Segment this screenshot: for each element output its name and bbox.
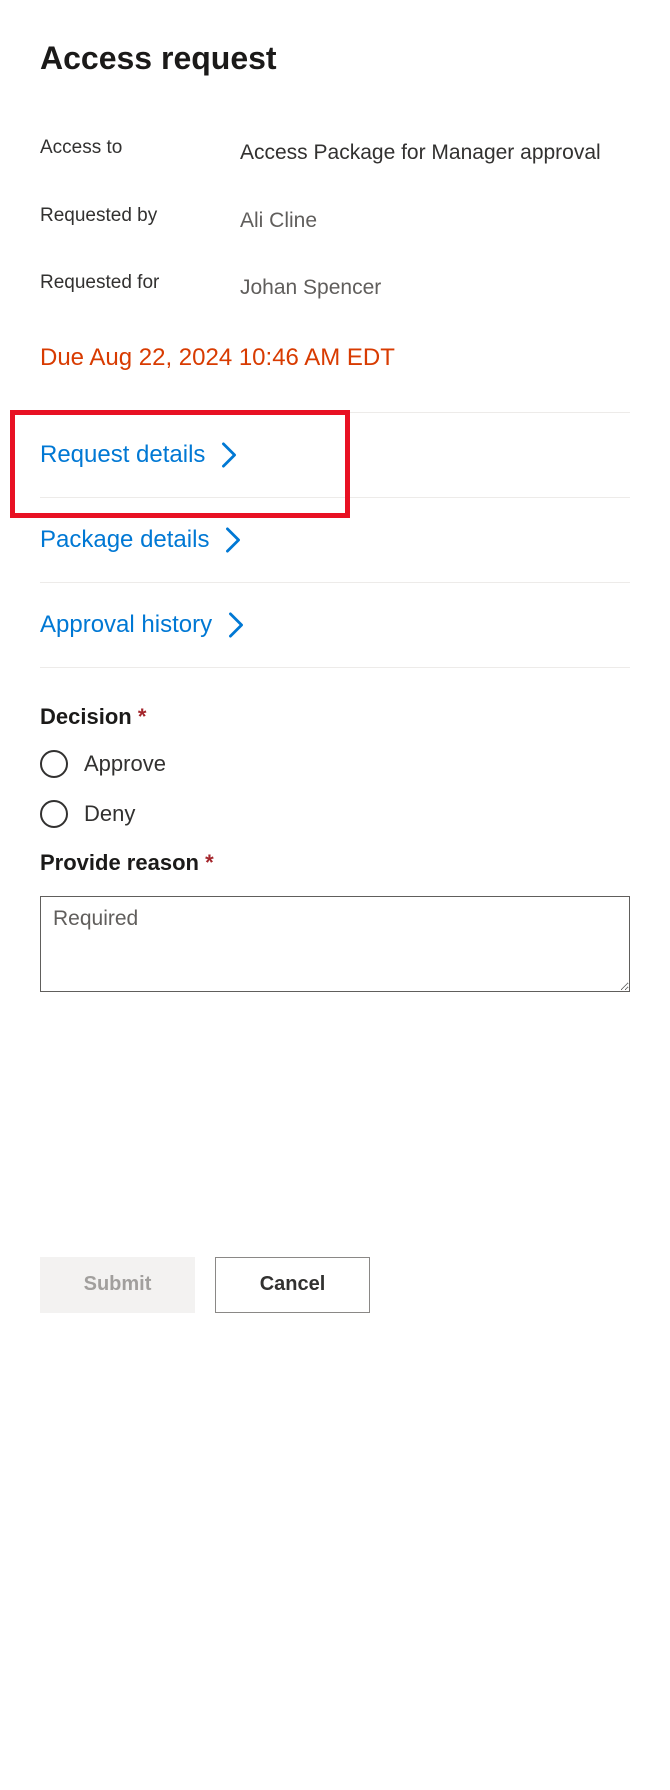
required-marker: * xyxy=(205,850,214,875)
expander-package-details[interactable]: Package details xyxy=(40,497,630,582)
reason-textarea[interactable] xyxy=(40,896,630,992)
expander-label-package-details: Package details xyxy=(40,526,209,554)
required-marker: * xyxy=(138,704,147,729)
field-value-requested-by: Ali Cline xyxy=(240,205,317,237)
page-title: Access request xyxy=(40,40,630,77)
radio-approve[interactable]: Approve xyxy=(40,750,630,778)
radio-label-approve: Approve xyxy=(84,751,166,777)
radio-deny[interactable]: Deny xyxy=(40,800,630,828)
expander-label-request-details: Request details xyxy=(40,441,205,469)
field-label-requested-for: Requested for xyxy=(40,272,240,294)
cancel-button[interactable]: Cancel xyxy=(215,1257,370,1313)
expander-approval-history[interactable]: Approval history xyxy=(40,582,630,668)
field-access-to: Access to Access Package for Manager app… xyxy=(40,137,630,169)
field-value-access-to: Access Package for Manager approval xyxy=(240,137,601,169)
reason-label: Provide reason * xyxy=(40,850,630,876)
decision-label: Decision * xyxy=(40,704,630,730)
due-text: Due Aug 22, 2024 10:46 AM EDT xyxy=(40,344,630,372)
submit-button[interactable]: Submit xyxy=(40,1257,195,1313)
chevron-right-icon xyxy=(225,527,241,553)
expander-label-approval-history: Approval history xyxy=(40,611,212,639)
field-value-requested-for: Johan Spencer xyxy=(240,272,381,304)
chevron-right-icon xyxy=(228,612,244,638)
expander-request-details[interactable]: Request details xyxy=(40,412,630,497)
field-requested-by: Requested by Ali Cline xyxy=(40,205,630,237)
field-label-requested-by: Requested by xyxy=(40,205,240,227)
chevron-right-icon xyxy=(221,442,237,468)
field-label-access-to: Access to xyxy=(40,137,240,159)
radio-label-deny: Deny xyxy=(84,801,135,827)
radio-circle-icon xyxy=(40,750,68,778)
radio-circle-icon xyxy=(40,800,68,828)
field-requested-for: Requested for Johan Spencer xyxy=(40,272,630,304)
